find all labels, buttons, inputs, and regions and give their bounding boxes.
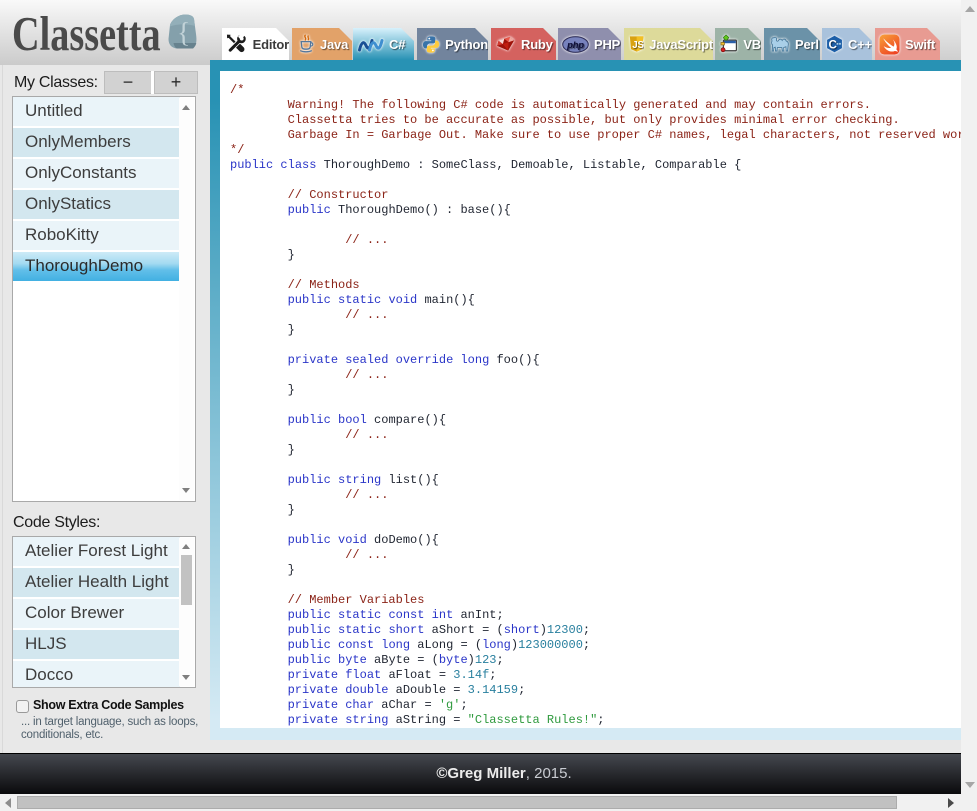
svg-text:php: php bbox=[566, 40, 584, 51]
svg-text:C: C bbox=[829, 38, 838, 51]
svg-text:JS: JS bbox=[632, 40, 644, 51]
svg-text:{: { bbox=[177, 18, 190, 49]
